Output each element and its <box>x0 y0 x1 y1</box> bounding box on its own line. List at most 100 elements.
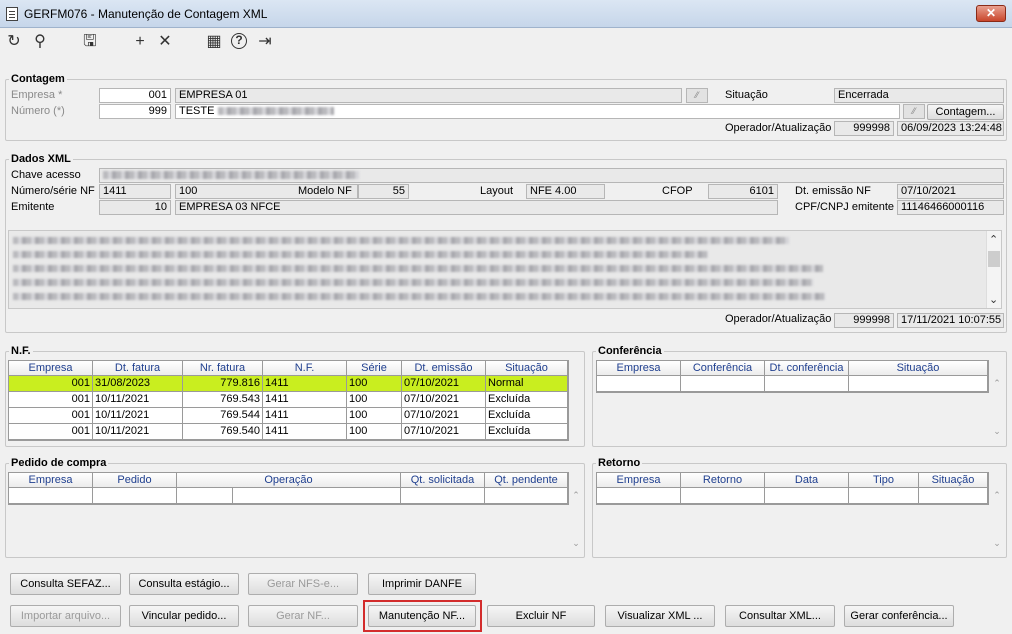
nf-col-dt-fatura[interactable]: Dt. fatura <box>93 361 183 376</box>
cell-situacao <box>849 376 988 392</box>
cell-retorno <box>681 488 765 504</box>
numero-desc-field[interactable]: TESTE <box>175 104 900 119</box>
ped-col-pedido[interactable]: Pedido <box>93 473 177 488</box>
conf-col-situacao[interactable]: Situação <box>849 361 988 376</box>
ret-scroll-up-icon[interactable]: ⌃ <box>990 490 1004 501</box>
cell-qt-pendente <box>485 488 568 504</box>
cpf-field: 11146466000116 <box>897 200 1004 215</box>
conf-col-dt-conferencia[interactable]: Dt. conferência <box>765 361 849 376</box>
atualizacao-field: 06/09/2023 13:24:48 <box>897 121 1004 136</box>
gerar-nfse-button[interactable]: Gerar NFS-e... <box>248 573 358 595</box>
numero-lookup-icon[interactable]: ⁄⁄ <box>903 104 925 119</box>
empresa-label: Empresa * <box>11 89 63 101</box>
ped-col-qt-solicitada[interactable]: Qt. solicitada <box>401 473 485 488</box>
ped-col-qt-pendente[interactable]: Qt. pendente <box>485 473 568 488</box>
cell-nf: 1411 <box>263 408 347 424</box>
conf-col-empresa[interactable]: Empresa <box>597 361 681 376</box>
ped-scroll-down-icon[interactable]: ⌄ <box>569 538 583 549</box>
cell-dt-fatura: 10/11/2021 <box>93 424 183 440</box>
operador-label: Operador/Atualização <box>725 122 832 134</box>
retorno-table[interactable]: Empresa Retorno Data Tipo Situação <box>596 472 989 505</box>
nf-col-empresa[interactable]: Empresa <box>9 361 93 376</box>
consulta-estagio-button[interactable]: Consulta estágio... <box>129 573 239 595</box>
ret-col-situacao[interactable]: Situação <box>919 473 988 488</box>
chave-field <box>99 168 1004 183</box>
cell-situacao: Excluída <box>486 408 568 424</box>
cell-serie: 100 <box>347 424 402 440</box>
xml-atualizacao-field: 17/11/2021 10:07:55 <box>897 313 1004 328</box>
cfop-label: CFOP <box>662 185 693 197</box>
layout-label: Layout <box>480 185 514 197</box>
numero-field[interactable]: 999 <box>99 104 171 119</box>
redacted-line <box>13 293 825 300</box>
ret-col-empresa[interactable]: Empresa <box>597 473 681 488</box>
chave-label: Chave acesso <box>11 169 81 181</box>
gerar-nf-button[interactable]: Gerar NF... <box>248 605 358 627</box>
redacted-line <box>13 265 823 272</box>
cpf-label: CPF/CNPJ emitente <box>795 201 895 213</box>
cell-data <box>765 488 849 504</box>
cell-empresa: 001 <box>9 408 93 424</box>
conf-scroll-up-icon[interactable]: ⌃ <box>990 378 1004 389</box>
exit-icon[interactable]: ⇥ <box>256 33 274 51</box>
help-icon[interactable]: ? <box>231 33 247 49</box>
visualizar-xml-button[interactable]: Visualizar XML ... <box>605 605 715 627</box>
search-icon[interactable]: ⚲ <box>31 33 49 51</box>
save-icon[interactable]: 🖫 <box>81 33 99 51</box>
empresa-code-field[interactable]: 001 <box>99 88 171 103</box>
conf-col-conferencia[interactable]: Conferência <box>681 361 765 376</box>
cell-dt-emissao: 07/10/2021 <box>402 392 486 408</box>
cell-operacao-code <box>177 488 233 504</box>
cell-situacao: Excluída <box>486 392 568 408</box>
gerar-conferencia-button[interactable]: Gerar conferência... <box>844 605 954 627</box>
cell-situacao: Excluída <box>486 424 568 440</box>
conferencia-table[interactable]: Empresa Conferência Dt. conferência Situ… <box>596 360 989 393</box>
manutencao-nf-button[interactable]: Manutenção NF... <box>368 605 476 627</box>
excluir-nf-button[interactable]: Excluir NF <box>487 605 595 627</box>
imprimir-danfe-button[interactable]: Imprimir DANFE <box>368 573 476 595</box>
cell-pedido <box>93 488 177 504</box>
conf-scroll-down-icon[interactable]: ⌄ <box>990 426 1004 437</box>
nf-col-nr-fatura[interactable]: Nr. fatura <box>183 361 263 376</box>
pedido-table[interactable]: Empresa Pedido Operação Qt. solicitada Q… <box>8 472 569 505</box>
cell-dt-conferencia <box>765 376 849 392</box>
empresa-lookup-icon[interactable]: ⁄⁄ <box>686 88 708 103</box>
consultar-xml-button[interactable]: Consultar XML... <box>725 605 835 627</box>
nf-col-nf[interactable]: N.F. <box>263 361 347 376</box>
xml-content-memo[interactable]: ⌃ ⌄ <box>8 230 1002 309</box>
numero-nf-field: 1411 <box>99 184 171 199</box>
scroll-up-icon[interactable]: ⌃ <box>989 233 998 246</box>
ped-col-empresa[interactable]: Empresa <box>9 473 93 488</box>
add-icon[interactable]: + <box>131 33 149 51</box>
vincular-pedido-button[interactable]: Vincular pedido... <box>129 605 239 627</box>
ret-scroll-down-icon[interactable]: ⌄ <box>990 538 1004 549</box>
ret-col-data[interactable]: Data <box>765 473 849 488</box>
memo-scrollbar[interactable]: ⌃ ⌄ <box>986 231 1001 308</box>
redacted-chave <box>103 171 359 180</box>
redacted-text <box>217 107 334 116</box>
nf-table[interactable]: Empresa Dt. fatura Nr. fatura N.F. Série… <box>8 360 569 441</box>
nf-col-situacao[interactable]: Situação <box>486 361 568 376</box>
xml-operador-label: Operador/Atualização <box>725 313 832 325</box>
cell-dt-emissao: 07/10/2021 <box>402 408 486 424</box>
close-button[interactable]: ✕ <box>976 5 1006 22</box>
emitente-name-field: EMPRESA 03 NFCE <box>175 200 778 215</box>
delete-icon[interactable]: ✕ <box>156 33 174 51</box>
ret-col-tipo[interactable]: Tipo <box>849 473 919 488</box>
nf-col-serie[interactable]: Série <box>347 361 402 376</box>
consulta-sefaz-button[interactable]: Consulta SEFAZ... <box>10 573 121 595</box>
calendar-icon[interactable]: ▦ <box>205 33 223 51</box>
xml-operador-field: 999998 <box>834 313 894 328</box>
scroll-thumb[interactable] <box>988 251 1000 267</box>
cell-dt-emissao: 07/10/2021 <box>402 424 486 440</box>
nf-col-dt-emissao[interactable]: Dt. emissão <box>402 361 486 376</box>
cell-situacao: Normal <box>486 376 568 392</box>
ped-scroll-up-icon[interactable]: ⌃ <box>569 490 583 501</box>
contagem-button[interactable]: Contagem... <box>927 104 1004 120</box>
importar-arquivo-button[interactable]: Importar arquivo... <box>10 605 121 627</box>
scroll-down-icon[interactable]: ⌄ <box>989 293 998 306</box>
refresh-icon[interactable]: ↻ <box>5 33 23 51</box>
numero-serie-label: Número/série NF <box>11 185 95 197</box>
ped-col-operacao[interactable]: Operação <box>177 473 401 488</box>
ret-col-retorno[interactable]: Retorno <box>681 473 765 488</box>
